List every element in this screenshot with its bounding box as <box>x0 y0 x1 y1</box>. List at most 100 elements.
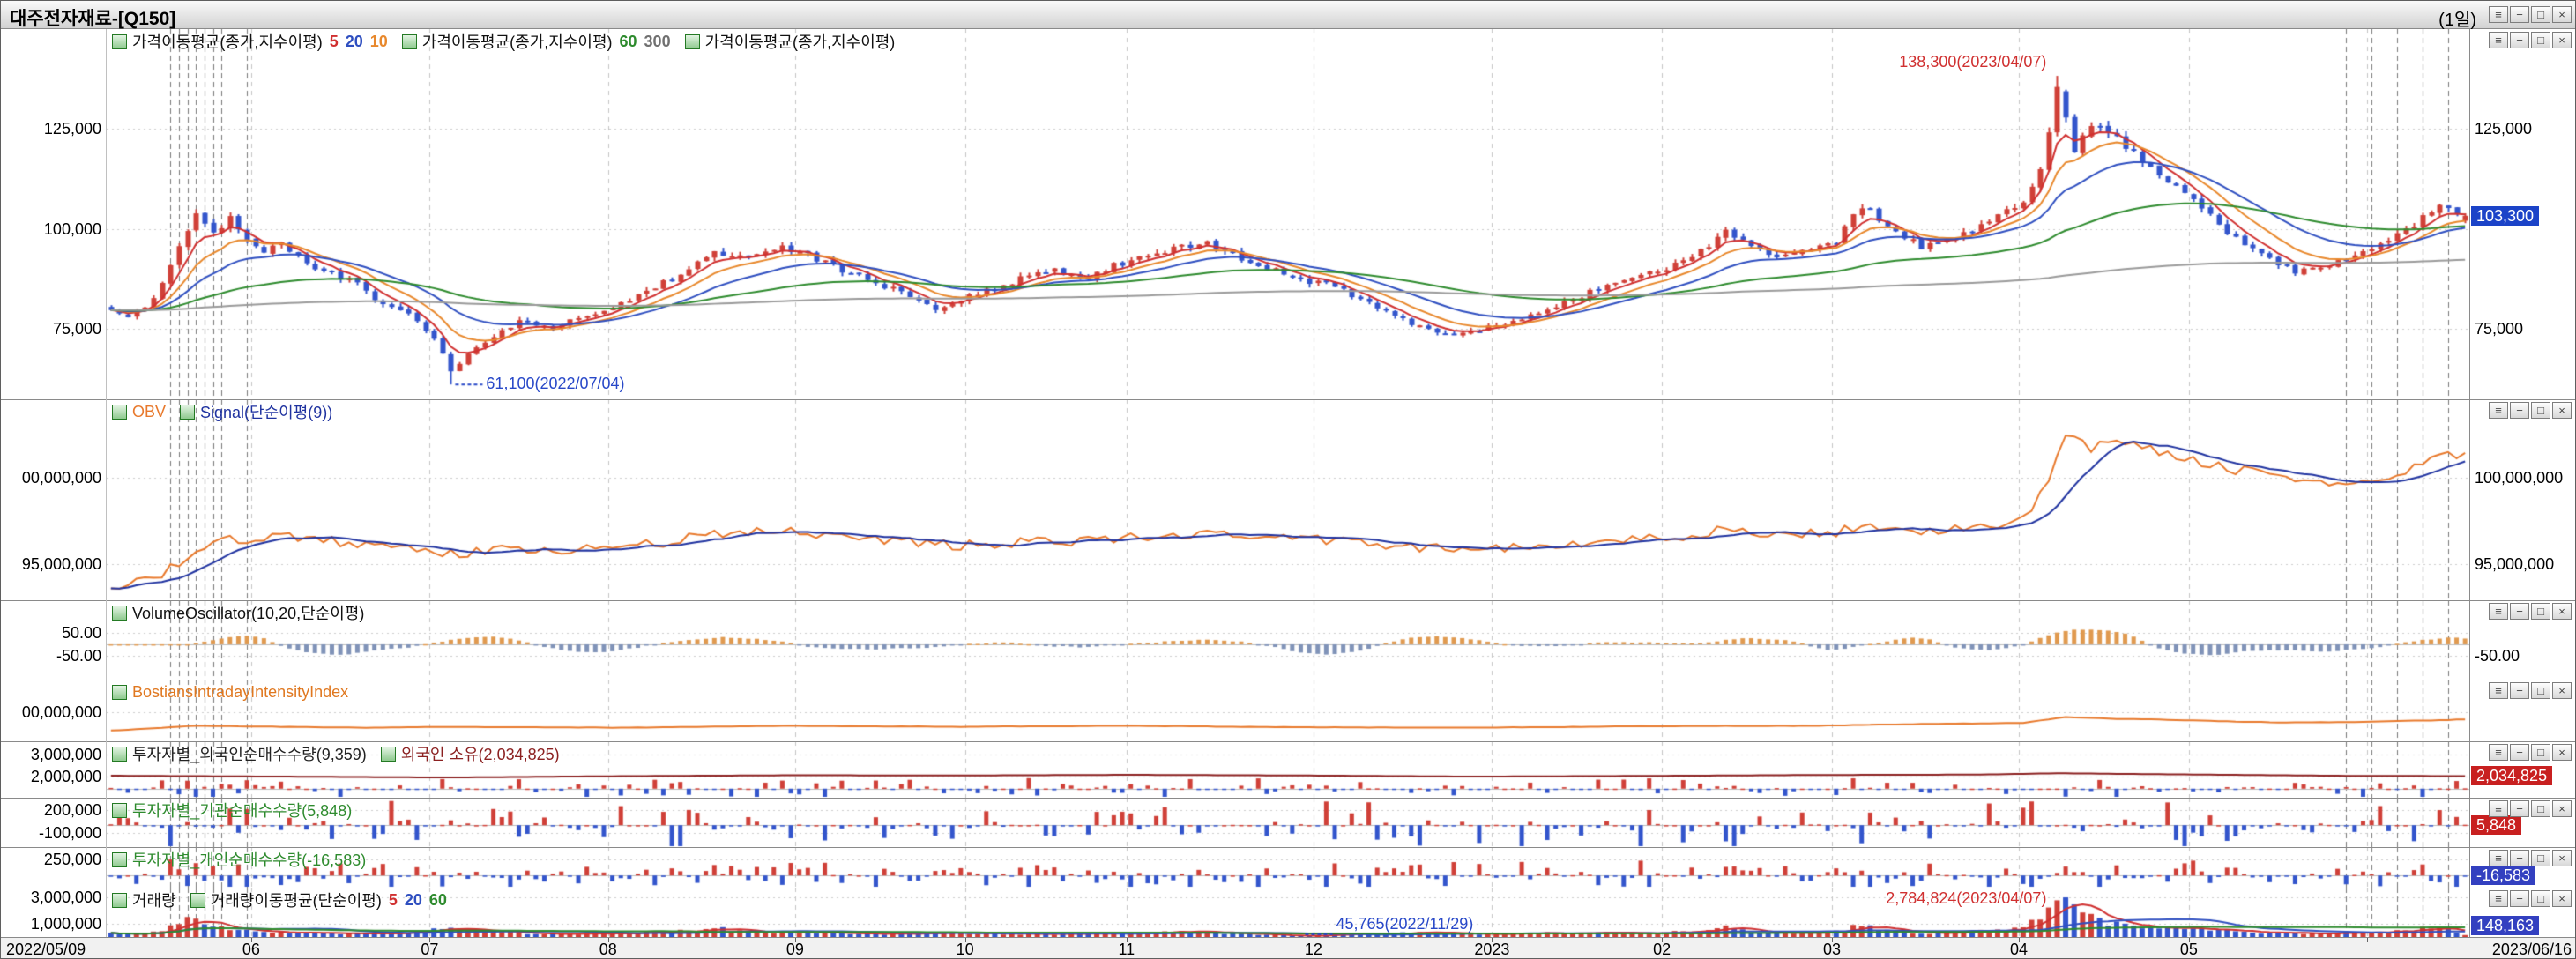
panel-close-button[interactable]: × <box>2552 32 2572 48</box>
legend-item[interactable]: OBV <box>112 403 166 421</box>
y-axis-label-left: 100,000 <box>3 219 101 239</box>
panel-divider <box>1 399 2576 400</box>
vol-chart-canvas[interactable] <box>107 888 2469 937</box>
x-axis-month-label: 08 <box>599 940 617 959</box>
annotation-volume-max: 2,784,824(2023/04/07) <box>1886 889 2046 908</box>
legend-item[interactable]: 외국인 소유(2,034,825) <box>381 742 560 765</box>
panel-maximize-button[interactable]: □ <box>2531 402 2550 419</box>
y-axis-label-left: 75,000 <box>3 319 101 338</box>
panel-toolbar: ≡−□× <box>2489 890 2572 907</box>
panel-minimize-button[interactable]: − <box>2510 603 2529 620</box>
legend-item[interactable]: 투자자별_개인순매수수량(-16,583) <box>112 848 366 871</box>
panel-close-button[interactable]: × <box>2552 850 2572 866</box>
x-axis-month-label: 02 <box>1653 940 1671 959</box>
panel-close-button[interactable]: × <box>2552 890 2572 907</box>
legend-item[interactable]: 가격이동평균(종가,지수이평)52010 <box>112 30 388 53</box>
legend-item[interactable]: 가격이동평균(종가,지수이평)60300 <box>402 30 671 53</box>
y-axis-label-right: 100,000,000 <box>2475 468 2563 487</box>
legend-label: OBV <box>132 403 166 421</box>
indiv-value-badge: -16,583 <box>2471 866 2535 885</box>
panel-list-button[interactable]: ≡ <box>2489 603 2508 620</box>
panel-list-button[interactable]: ≡ <box>2489 850 2508 866</box>
legend-item[interactable]: 거래량 <box>112 888 176 911</box>
panel-toolbar: ≡−□× <box>2489 32 2572 48</box>
panel-maximize-button[interactable]: □ <box>2531 32 2550 48</box>
x-axis-month-label: 04 <box>2010 940 2028 959</box>
panel-maximize-button[interactable]: □ <box>2531 890 2550 907</box>
vosc-chart-canvas[interactable] <box>107 600 2469 680</box>
panel-minimize-button[interactable]: − <box>2510 682 2529 699</box>
x-axis-month-label: 11 <box>1118 940 1135 959</box>
panel-list-button[interactable]: ≡ <box>2489 890 2508 907</box>
panel-minimize-button[interactable]: − <box>2510 402 2529 419</box>
panel-toolbar: ≡−□× <box>2489 800 2572 817</box>
x-axis: 2022/05/09060708091011122023020304052023… <box>1 937 2576 959</box>
panel-minimize-button[interactable]: − <box>2510 800 2529 817</box>
panel-list-button[interactable]: ≡ <box>2489 800 2508 817</box>
legend-item[interactable]: BostiansIntradayIntensityIndex <box>112 683 348 702</box>
inst-chart-canvas[interactable] <box>107 798 2469 847</box>
indicator-icon <box>180 405 195 420</box>
right-axis-separator <box>2469 29 2470 937</box>
legend-param: 5 <box>389 891 398 910</box>
y-axis-label-left: 250,000 <box>3 850 101 869</box>
panel-close-button[interactable]: × <box>2552 744 2572 761</box>
panel-minimize-button[interactable]: − <box>2510 744 2529 761</box>
panel-minimize-button[interactable]: − <box>2510 32 2529 48</box>
legend-frn: 투자자별_외국인순매수수량(9,359) 외국인 소유(2,034,825) <box>112 744 560 763</box>
panel-maximize-button[interactable]: □ <box>2531 744 2550 761</box>
panel-toolbar: ≡−□× <box>2489 744 2572 761</box>
panel-list-button[interactable]: ≡ <box>2489 6 2508 23</box>
y-axis-label-left: 50.00 <box>3 623 101 643</box>
panel-close-button[interactable]: × <box>2552 402 2572 419</box>
panel-minimize-button[interactable]: − <box>2510 6 2529 23</box>
legend-item[interactable]: 투자자별_외국인순매수수량(9,359) <box>112 742 367 765</box>
panel-close-button[interactable]: × <box>2552 603 2572 620</box>
legend-param: 60 <box>429 891 447 910</box>
inst-value-badge: 5,848 <box>2471 815 2521 835</box>
y-axis-label-left: 125,000 <box>3 119 101 138</box>
indiv-chart-canvas[interactable] <box>107 847 2469 888</box>
indicator-icon <box>112 893 127 908</box>
indicator-icon <box>190 893 205 908</box>
panel-minimize-button[interactable]: − <box>2510 890 2529 907</box>
y-axis-label-left: 00,000,000 <box>3 468 101 487</box>
panel-list-button[interactable]: ≡ <box>2489 682 2508 699</box>
indicator-icon <box>112 747 127 762</box>
panel-close-button[interactable]: × <box>2552 6 2572 23</box>
y-axis-label-right: 125,000 <box>2475 119 2532 138</box>
panel-maximize-button[interactable]: □ <box>2531 682 2550 699</box>
legend-item[interactable]: 투자자별_기관순매수수량(5,848) <box>112 799 352 821</box>
legend-item[interactable]: VolumeOscillator(10,20,단순이평) <box>112 601 364 624</box>
x-axis-month-label: 07 <box>421 940 438 959</box>
panel-maximize-button[interactable]: □ <box>2531 850 2550 866</box>
legend-item[interactable]: 가격이동평균(종가,지수이평) <box>685 30 896 53</box>
window-title-bar[interactable]: 대주전자재료-[Q150] (1일) ≡−□× <box>1 1 2575 29</box>
legend-label: Signal(단순이평(9)) <box>200 400 332 423</box>
price-chart-canvas[interactable] <box>107 29 2469 399</box>
bost-chart-canvas[interactable] <box>107 680 2469 741</box>
x-axis-month-label: 03 <box>1823 940 1841 959</box>
panel-minimize-button[interactable]: − <box>2510 850 2529 866</box>
legend-label: 가격이동평균(종가,지수이평) <box>132 30 323 53</box>
panel-maximize-button[interactable]: □ <box>2531 800 2550 817</box>
y-axis-label-left: 00,000,000 <box>3 703 101 722</box>
panel-close-button[interactable]: × <box>2552 800 2572 817</box>
y-axis-label-left: 200,000 <box>3 800 101 820</box>
legend-label: 거래량이동평균(단순이평) <box>211 888 382 911</box>
panel-maximize-button[interactable]: □ <box>2531 603 2550 620</box>
panel-maximize-button[interactable]: □ <box>2531 6 2550 23</box>
y-axis-label-right: -50.00 <box>2475 646 2520 665</box>
legend-item[interactable]: 거래량이동평균(단순이평) 5 20 60 <box>190 888 447 911</box>
legend-item[interactable]: Signal(단순이평(9)) <box>180 400 332 423</box>
obv-chart-canvas[interactable] <box>107 399 2469 600</box>
price-value-badge: 103,300 <box>2471 206 2539 226</box>
panel-list-button[interactable]: ≡ <box>2489 744 2508 761</box>
panel-list-button[interactable]: ≡ <box>2489 32 2508 48</box>
legend-vol: 거래량 거래량이동평균(단순이평) 5 20 60 <box>112 890 447 910</box>
panel-close-button[interactable]: × <box>2552 682 2572 699</box>
legend-param: 20 <box>405 891 422 910</box>
indicator-icon <box>112 803 127 818</box>
y-axis-label-left: 2,000,000 <box>3 767 101 786</box>
panel-list-button[interactable]: ≡ <box>2489 402 2508 419</box>
